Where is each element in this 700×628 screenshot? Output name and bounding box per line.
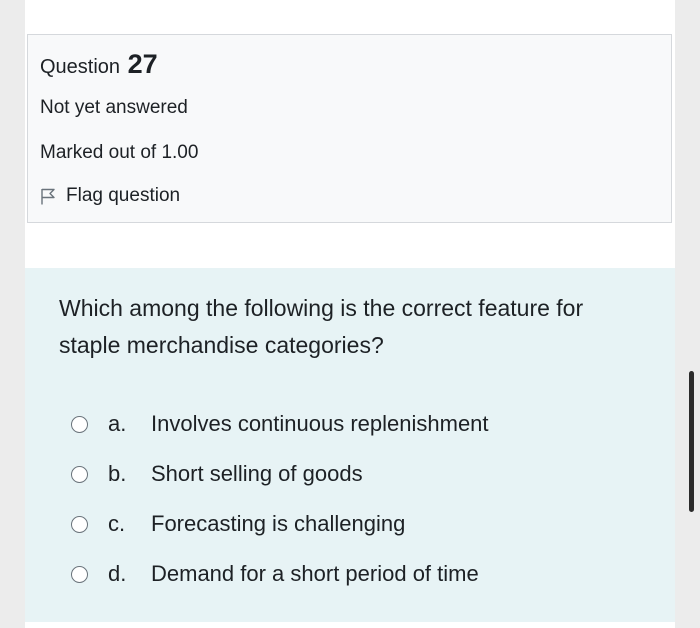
question-label: Question [40, 56, 121, 78]
question-state: Not yet answered [40, 97, 188, 118]
answer-radio-b[interactable] [71, 465, 88, 483]
scrollbar[interactable] [689, 371, 694, 512]
answer-letter: d. [108, 561, 127, 586]
flag-question-link[interactable]: Flag question [40, 185, 180, 207]
question-grade: Marked out of 1.00 [40, 142, 199, 163]
quiz-page: Question 27 Not yet answered Marked out … [25, 0, 675, 628]
question-number: 27 [127, 49, 158, 79]
answer-option-a[interactable]: a. Involves continuous replenishment [71, 399, 489, 449]
answer-radio-c[interactable] [71, 515, 88, 533]
answer-letter: c. [108, 511, 126, 536]
flag-question-label: Flag question [66, 185, 181, 206]
answer-letter: b. [108, 461, 127, 486]
question-info-panel: Question 27 Not yet answered Marked out … [27, 34, 672, 223]
flag-icon [41, 188, 55, 204]
answer-option-d[interactable]: d. Demand for a short period of time [71, 549, 489, 599]
answer-option-c[interactable]: c. Forecasting is challenging [71, 499, 489, 549]
answer-text[interactable]: Short selling of goods [151, 461, 363, 487]
answer-options: a. Involves continuous replenishment b. … [71, 399, 489, 599]
answer-radio-a[interactable] [71, 415, 88, 433]
answer-text[interactable]: Forecasting is challenging [151, 511, 405, 537]
answer-radio-d[interactable] [71, 565, 88, 583]
answer-letter: a. [108, 411, 127, 436]
answer-text[interactable]: Involves continuous replenishment [151, 411, 489, 437]
answer-text[interactable]: Demand for a short period of time [151, 561, 479, 587]
question-formulation: Which among the following is the correct… [25, 268, 675, 622]
question-heading: Question 27 [40, 49, 158, 80]
answer-option-b[interactable]: b. Short selling of goods [71, 449, 489, 499]
question-text: Which among the following is the correct… [59, 295, 584, 358]
